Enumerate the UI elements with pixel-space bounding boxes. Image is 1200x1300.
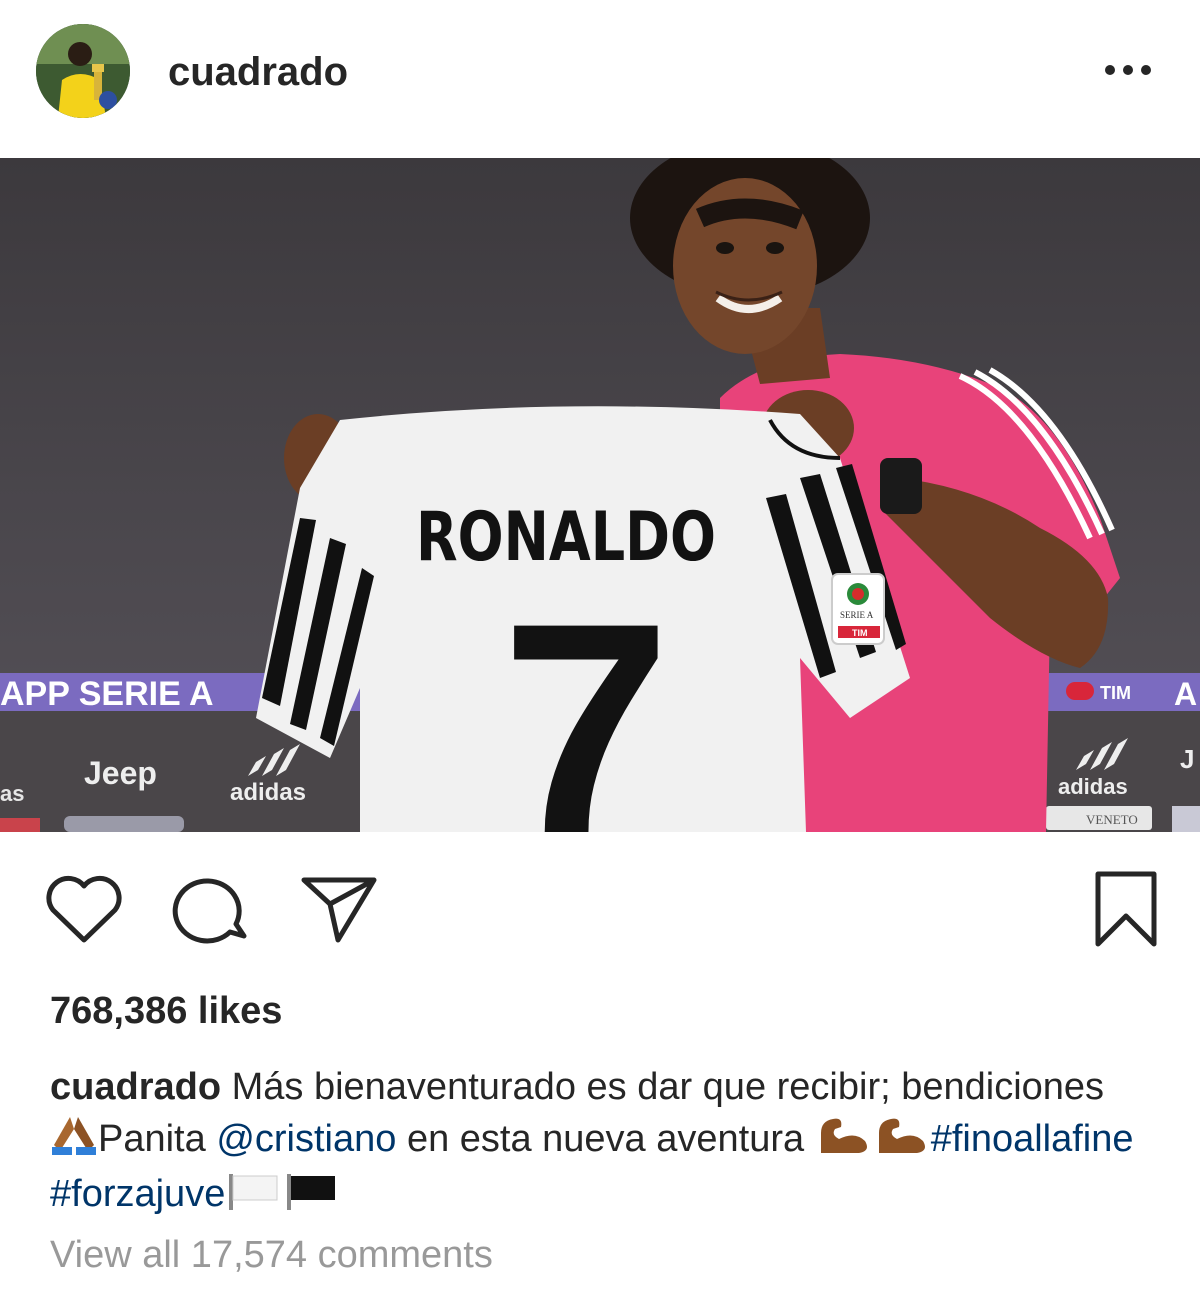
jersey-number: 7 [501,560,671,832]
hashtag-finoallafine[interactable]: #finoallafine [931,1118,1134,1160]
caption-text-1: Más bienaventurado es dar que recibir; b… [231,1066,1105,1108]
send-icon[interactable] [300,874,380,951]
bookmark-icon[interactable] [1092,870,1162,955]
view-all-comments-link[interactable]: View all 17,574 comments [50,1234,493,1277]
caption-username[interactable]: cuadrado [50,1066,221,1108]
post-caption: cuadrado Más bienaventurado es dar que r… [50,1062,1160,1224]
ellipsis-icon[interactable] [1098,46,1158,96]
caption-text-2: Panita [98,1118,217,1160]
flexed-biceps-icon [815,1113,931,1169]
white-flag-icon [225,1170,283,1224]
jeep-logo: Jeep [84,755,157,791]
serie-a-patch-text: SERIE A [840,610,874,620]
svg-text:adidas: adidas [1058,774,1128,799]
banner-right-letter: A [1174,676,1197,712]
post-photo[interactable]: APP SERIE A TIM A as Jeep adidas adidas … [0,158,1200,832]
veneto-logo: VENETO [1086,812,1138,827]
svg-text:J: J [1180,744,1194,774]
likes-count[interactable]: 768,386 likes [50,990,282,1033]
post-header: cuadrado [0,0,1200,158]
heart-icon[interactable] [44,874,124,951]
post-username[interactable]: cuadrado [168,50,348,95]
caption-text-3: en esta nueva aventura [396,1118,815,1160]
svg-text:adidas: adidas [230,779,306,806]
mention-link[interactable]: @cristiano [216,1118,396,1160]
post-actions [0,840,1200,960]
comment-icon[interactable] [172,874,252,951]
sponsor-fragment: as [0,781,24,806]
avatar-image [36,24,130,118]
tim-patch-text: TIM [852,628,868,638]
black-flag-icon [283,1170,341,1224]
folded-hands-icon [50,1115,98,1169]
svg-text:TIM: TIM [1100,683,1131,703]
banner-left-text: APP SERIE A [0,675,214,713]
avatar[interactable] [36,24,130,118]
hashtag-forzajuve[interactable]: #forzajuve [50,1173,225,1215]
